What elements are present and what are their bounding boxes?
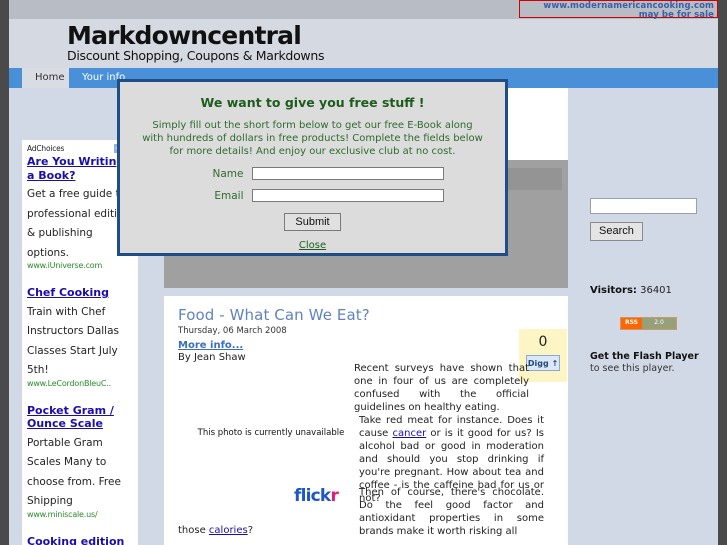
article-more-info-link[interactable]: More info...: [178, 340, 243, 351]
rss-badge-version: 2.0: [642, 318, 676, 329]
rss-feed-badge[interactable]: RSS 2.0: [620, 317, 677, 330]
ad-description: Portable Gram Scales Many to choose from…: [27, 436, 121, 508]
article-paragraph-4: those calories?: [178, 524, 253, 537]
article-panel: Food - What Can We Eat? Thursday, 06 Mar…: [164, 296, 568, 545]
visitors-label: Visitors:: [590, 285, 637, 296]
ad-description: Train with Chef Instructors Dallas Class…: [27, 305, 120, 377]
email-field[interactable]: [251, 189, 444, 202]
name-field-label: Name: [212, 167, 244, 180]
visitors-count: 36401: [640, 285, 672, 296]
ad-title-link[interactable]: Chef Cooking: [27, 286, 133, 300]
list-item: Chef Cooking Train with Chef Instructors…: [27, 286, 133, 390]
site-header: Markdowncentral Discount Shopping, Coupo…: [9, 19, 718, 68]
browser-window: www.modernamericancooking.com may be for…: [0, 0, 727, 545]
flickr-logo: flickr: [294, 486, 339, 506]
email-field-label: Email: [214, 189, 244, 202]
visitors-counter: Visitors: 36401: [590, 285, 672, 296]
adchoices-label: AdChoices: [27, 144, 65, 153]
modal-description: Simply fill out the short form below to …: [142, 120, 483, 157]
right-sidebar: Search Visitors: 36401 RSS 2.0 Get the F…: [583, 88, 718, 545]
flash-player-notice: Get the Flash Player to see this player.: [590, 351, 710, 375]
rss-badge-label: RSS: [621, 318, 642, 329]
site-tagline: Discount Shopping, Coupons & Markdowns: [67, 48, 325, 63]
site-logo[interactable]: Markdowncentral Discount Shopping, Coupo…: [67, 21, 324, 63]
list-item: Pocket Gram / Ounce Scale Portable Gram …: [27, 404, 133, 521]
ad-url[interactable]: www.miniscale.us/: [27, 509, 133, 521]
modal-name-row: Name: [120, 167, 505, 180]
cancer-link[interactable]: cancer: [393, 428, 427, 439]
para4-part-b: ?: [247, 525, 254, 536]
list-item: Cooking edition: [27, 535, 133, 545]
article-paragraph-3: Then of course, there's chocolate. Do th…: [359, 487, 544, 537]
ad-url[interactable]: www.iUniverse.com: [27, 260, 133, 272]
top-bar: www.modernamericancooking.com may be for…: [9, 0, 718, 20]
submit-button[interactable]: Submit: [284, 213, 341, 231]
article-date: Thursday, 06 March 2008: [178, 326, 287, 336]
photo-unavailable-text: This photo is currently unavailable: [197, 428, 345, 438]
para4-part-a: those: [178, 525, 209, 536]
close-modal-link[interactable]: Close: [120, 240, 505, 251]
name-field[interactable]: [251, 167, 444, 180]
ad-description: Get a free guide to professional editing…: [27, 188, 131, 259]
flickr-logo-pink: r: [330, 486, 339, 506]
search-input[interactable]: [590, 198, 697, 214]
ad-title-link[interactable]: Pocket Gram / Ounce Scale: [27, 404, 133, 431]
site-brand-name: Markdowncentral: [67, 21, 302, 50]
domain-for-sale-banner[interactable]: www.modernamericancooking.com may be for…: [519, 0, 718, 20]
digg-count: 0: [538, 334, 548, 350]
search-button[interactable]: Search: [590, 222, 643, 241]
ad-title-link[interactable]: Cooking edition: [27, 535, 133, 545]
flash-player-rest: to see this player.: [590, 363, 675, 374]
page-viewport: www.modernamericancooking.com may be for…: [9, 0, 718, 545]
flash-player-link[interactable]: Get the Flash Player: [590, 351, 699, 362]
modal-title: We want to give you free stuff !: [200, 95, 425, 110]
article-paragraph-1: Recent surveys have shown that one in fo…: [354, 363, 529, 413]
free-stuff-modal: We want to give you free stuff ! Simply …: [117, 79, 508, 256]
modal-email-row: Email: [120, 189, 505, 202]
article-title: Food - What Can We Eat?: [178, 306, 370, 324]
ad-url[interactable]: www.LeCordonBleuC..: [27, 378, 133, 390]
digg-button[interactable]: Digg ↑: [526, 355, 560, 371]
article-byline: By Jean Shaw: [178, 352, 246, 363]
flickr-logo-blue: flick: [294, 486, 331, 506]
calories-link[interactable]: calories: [209, 525, 248, 536]
